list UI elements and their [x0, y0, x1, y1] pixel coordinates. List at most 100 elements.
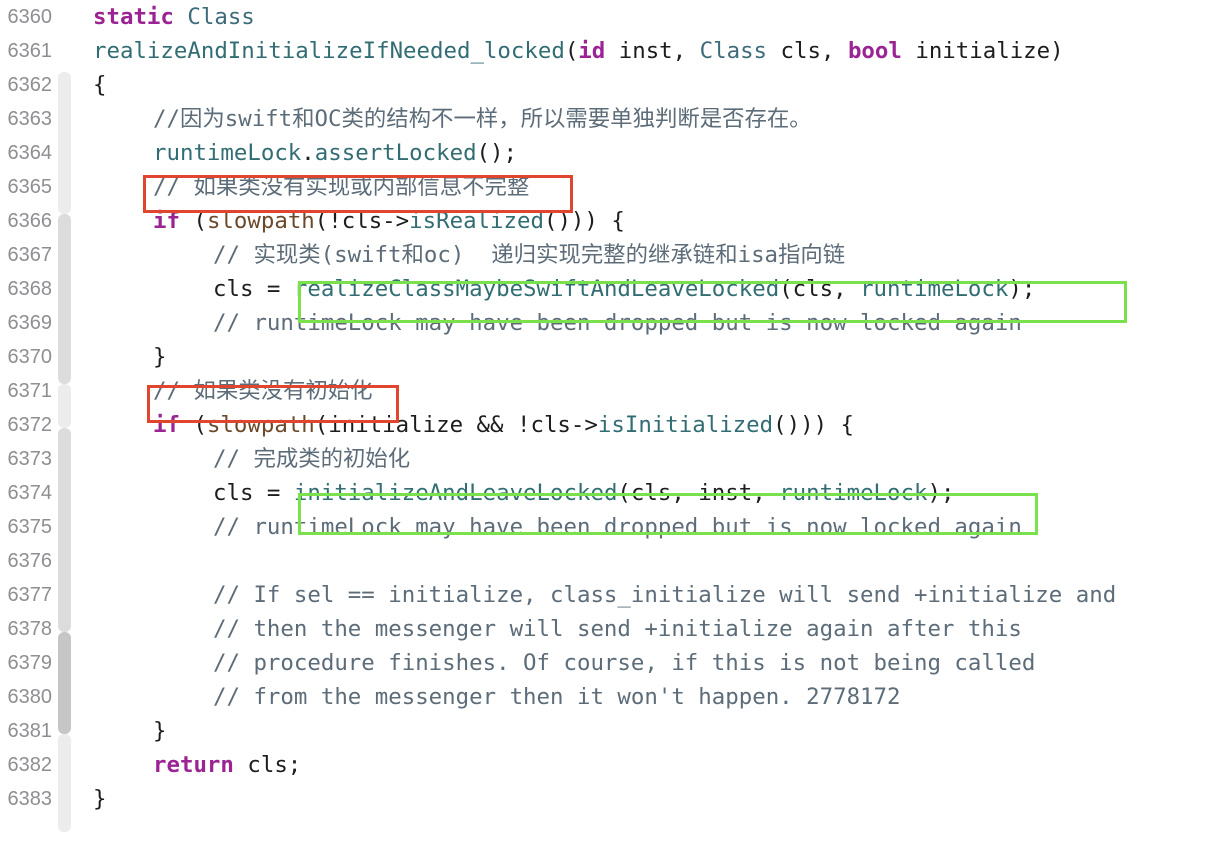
code-token: (cls, — [779, 276, 861, 302]
code-line[interactable]: 6369 // runtimeLock may have been dropped… — [0, 306, 1220, 340]
code-text[interactable]: // runtimeLock may have been dropped but… — [213, 510, 1022, 544]
code-line[interactable]: 6381} — [0, 714, 1220, 748]
line-number[interactable]: 6378 — [0, 612, 53, 646]
code-text[interactable]: // 完成类的初始化 — [213, 442, 410, 476]
line-number[interactable]: 6370 — [0, 340, 53, 374]
code-line[interactable]: 6376 — [0, 544, 1220, 578]
code-token: Class — [187, 4, 255, 30]
line-number[interactable]: 6375 — [0, 510, 53, 544]
line-number[interactable]: 6364 — [0, 136, 53, 170]
line-number[interactable]: 6371 — [0, 374, 53, 408]
code-text[interactable]: if (slowpath(!cls->isRealized())) { — [153, 204, 625, 238]
code-line[interactable]: 6370} — [0, 340, 1220, 374]
code-text[interactable]: // runtimeLock may have been dropped but… — [213, 306, 1022, 340]
code-token: runtimeLock — [153, 140, 302, 166]
code-line[interactable]: 6361 realizeAndInitializeIfNeeded_locked(… — [0, 34, 1220, 68]
code-line[interactable]: 6379 // procedure finishes. Of course, if… — [0, 646, 1220, 680]
line-number[interactable]: 6379 — [0, 646, 53, 680]
code-text[interactable]: return cls; — [153, 748, 301, 782]
line-number[interactable]: 6372 — [0, 408, 53, 442]
code-line[interactable]: 6360 static Class — [0, 0, 1220, 34]
code-token: bool — [847, 38, 902, 64]
code-token: { — [93, 72, 107, 98]
code-text[interactable]: //因为swift和OC类的结构不一样，所以需要单独判断是否存在。 — [153, 102, 812, 136]
code-line[interactable]: 6363 //因为swift和OC类的结构不一样，所以需要单独判断是否存在。 — [0, 102, 1220, 136]
code-line[interactable]: 6373 // 完成类的初始化 — [0, 442, 1220, 476]
line-number[interactable]: 6367 — [0, 238, 53, 272]
code-line[interactable]: 6378 // then the messenger will send +ini… — [0, 612, 1220, 646]
code-token: if — [153, 208, 180, 234]
code-text[interactable]: } — [153, 340, 166, 374]
code-line[interactable]: 6364 runtimeLock.assertLocked(); — [0, 136, 1220, 170]
code-line[interactable]: 6383} — [0, 782, 1220, 816]
code-token: realizeAndInitializeIfNeeded_locked — [93, 38, 565, 64]
code-line[interactable]: 6367 // 实现类(swift和oc) 递归实现完整的继承链和isa指向链 — [0, 238, 1220, 272]
code-text[interactable]: // from the messenger then it won't happ… — [213, 680, 901, 714]
code-line[interactable]: 6368 cls = realizeClassMaybeSwiftAndLeave… — [0, 272, 1220, 306]
code-text[interactable]: cls = realizeClassMaybeSwiftAndLeaveLock… — [213, 272, 1035, 306]
code-token: initialize) — [901, 38, 1064, 64]
code-line[interactable]: 6365 // 如果类没有实现或内部信息不完整 — [0, 170, 1220, 204]
code-line[interactable]: 6375 // runtimeLock may have been dropped… — [0, 510, 1220, 544]
code-token: runtimeLock — [860, 276, 1009, 302]
code-text[interactable]: } — [93, 782, 106, 816]
line-number[interactable]: 6380 — [0, 680, 53, 714]
code-text[interactable]: cls = initializeAndLeaveLocked(cls, inst… — [213, 476, 954, 510]
line-number[interactable]: 6363 — [0, 102, 53, 136]
line-number[interactable]: 6366 — [0, 204, 53, 238]
line-number[interactable]: 6361 — [0, 34, 53, 68]
code-token: ( — [179, 412, 207, 438]
code-token: static — [93, 4, 174, 30]
code-text[interactable]: if (slowpath(initialize && !cls->isIniti… — [153, 408, 854, 442]
code-text[interactable]: // 如果类没有实现或内部信息不完整 — [153, 170, 529, 204]
code-text[interactable]: // procedure finishes. Of course, if thi… — [213, 646, 1035, 680]
line-number[interactable]: 6381 — [0, 714, 53, 748]
code-line[interactable]: 6372 if (slowpath(initialize && !cls->isI… — [0, 408, 1220, 442]
code-line[interactable]: 6377 // If sel == initialize, class_initi… — [0, 578, 1220, 612]
code-token: ); — [1008, 276, 1036, 302]
code-token: (!cls-> — [314, 208, 410, 234]
code-token: . — [301, 140, 315, 166]
code-text[interactable]: static Class — [93, 0, 255, 34]
line-number[interactable]: 6369 — [0, 306, 53, 340]
code-text[interactable]: runtimeLock.assertLocked(); — [153, 136, 517, 170]
code-token: // 完成类的初始化 — [213, 446, 411, 472]
line-number[interactable]: 6368 — [0, 272, 53, 306]
code-editor[interactable]: 6360 static Class 6361 realizeAndInitialize… — [0, 0, 1220, 842]
line-number[interactable]: 6383 — [0, 782, 53, 816]
line-number[interactable]: 6373 — [0, 442, 53, 476]
code-token: slowpath — [206, 208, 315, 234]
code-line[interactable]: 6380 // from the messenger then it won't … — [0, 680, 1220, 714]
code-line[interactable]: 6371 // 如果类没有初始化 — [0, 374, 1220, 408]
code-line[interactable]: 6374 cls = initializeAndLeaveLocked(cls, … — [0, 476, 1220, 510]
code-text[interactable]: // 实现类(swift和oc) 递归实现完整的继承链和isa指向链 — [213, 238, 845, 272]
code-text[interactable]: realizeAndInitializeIfNeeded_locked(id i… — [93, 34, 1064, 68]
code-token: ); — [927, 480, 955, 506]
code-token: Class — [699, 38, 768, 64]
code-token: } — [93, 786, 107, 812]
code-token: cls = — [213, 276, 294, 302]
code-text[interactable]: } — [153, 714, 166, 748]
code-line[interactable]: 6382 return cls; — [0, 748, 1220, 782]
code-token: ( — [564, 38, 579, 64]
code-text[interactable]: // then the messenger will send +initial… — [213, 612, 1022, 646]
code-token: // 如果类没有实现或内部信息不完整 — [153, 174, 530, 200]
line-number[interactable]: 6365 — [0, 170, 53, 204]
code-token: isRealized — [409, 208, 544, 234]
code-token: id — [578, 38, 606, 64]
line-number[interactable]: 6360 — [0, 0, 53, 34]
code-token: // runtimeLock may have been dropped but… — [213, 514, 1022, 540]
line-number[interactable]: 6382 — [0, 748, 53, 782]
line-number[interactable]: 6362 — [0, 68, 53, 102]
code-token: (cls, inst, — [617, 480, 780, 506]
code-token: inst, — [605, 38, 700, 64]
code-text[interactable]: // 如果类没有初始化 — [153, 374, 373, 408]
code-text[interactable]: { — [93, 68, 106, 102]
line-number[interactable]: 6377 — [0, 578, 53, 612]
code-token: ())) { — [543, 208, 625, 234]
line-number[interactable]: 6376 — [0, 544, 53, 578]
line-number[interactable]: 6374 — [0, 476, 53, 510]
code-line[interactable]: 6362 { — [0, 68, 1220, 102]
code-text[interactable]: // If sel == initialize, class_initializ… — [213, 578, 1116, 612]
code-line[interactable]: 6366 if (slowpath(!cls->isRealized())) { — [0, 204, 1220, 238]
